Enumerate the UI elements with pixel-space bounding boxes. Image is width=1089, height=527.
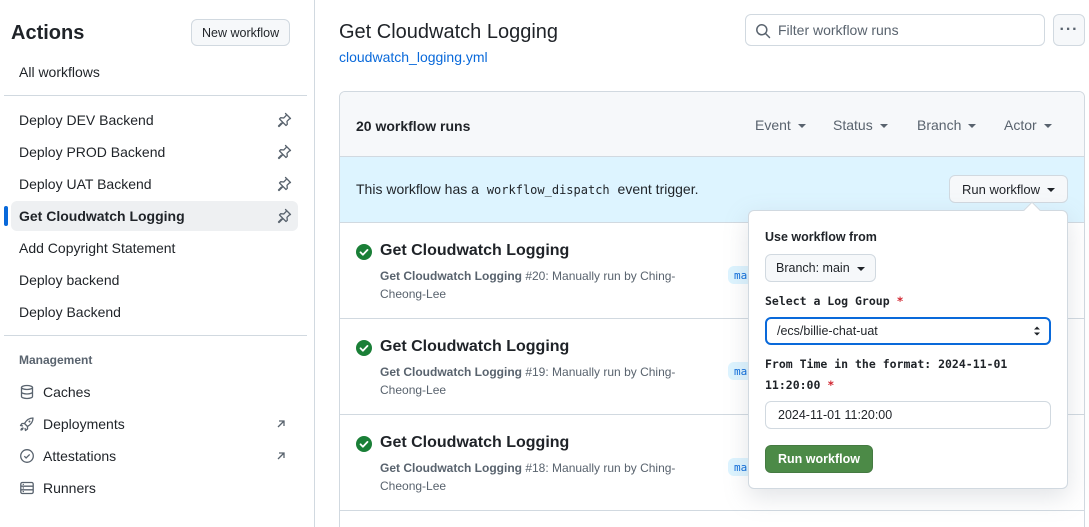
- log-group-value: /ecs/billie-chat-uat: [777, 324, 878, 338]
- dispatch-text-after: event trigger.: [617, 181, 699, 197]
- check-circle-icon: [356, 436, 372, 452]
- pin-icon[interactable]: [276, 208, 292, 224]
- sidebar-item-label: Deploy UAT Backend: [19, 176, 152, 192]
- branch-select-button[interactable]: Branch: main: [765, 254, 876, 282]
- sidebar-item-workflow-active[interactable]: Get Cloudwatch Logging: [4, 201, 298, 231]
- pin-icon[interactable]: [276, 112, 292, 128]
- caret-down-icon: [1047, 188, 1056, 192]
- branch-filter-label: Branch: [917, 117, 962, 133]
- rocket-icon: [19, 417, 34, 432]
- log-group-select[interactable]: /ecs/billie-chat-uat: [765, 317, 1051, 345]
- branch-select-label: Branch: main: [776, 261, 850, 275]
- sidebar-item-workflow[interactable]: Deploy Backend: [11, 297, 298, 327]
- sidebar-title: Actions: [11, 22, 85, 44]
- run-workflow-name: Get Cloudwatch Logging: [380, 365, 522, 379]
- sidebar-item-label: Deploy PROD Backend: [19, 144, 166, 160]
- sidebar-item-label: All workflows: [19, 64, 100, 80]
- status-filter-label: Status: [833, 117, 873, 133]
- active-indicator: [4, 206, 8, 226]
- run-title[interactable]: Get Cloudwatch Logging: [380, 242, 569, 260]
- sidebar-item-workflow[interactable]: Deploy UAT Backend: [11, 169, 298, 199]
- sidebar-item-workflow[interactable]: Deploy PROD Backend: [11, 137, 298, 167]
- filter-runs-input[interactable]: [778, 22, 1028, 38]
- log-group-label: Select a Log Group *: [765, 291, 1055, 312]
- required-mark: *: [896, 294, 904, 308]
- sidebar-item-label: Deploy backend: [19, 272, 120, 288]
- run-title[interactable]: Get Cloudwatch Logging: [380, 338, 569, 356]
- arrow-up-right-icon: [277, 452, 285, 460]
- actor-filter-label: Actor: [1004, 117, 1037, 133]
- from-time-input[interactable]: 2024-11-01 11:20:00: [765, 401, 1051, 429]
- sidebar-divider: [4, 95, 307, 96]
- database-icon: [20, 384, 34, 400]
- sidebar-item-workflow[interactable]: Deploy backend: [11, 265, 298, 295]
- branch-filter[interactable]: Branch: [917, 117, 977, 133]
- sidebar-item-all-workflows[interactable]: All workflows: [11, 57, 298, 87]
- verified-icon: [20, 449, 34, 463]
- caret-down-icon: [797, 124, 806, 128]
- sidebar-item-label: Caches: [43, 384, 91, 400]
- run-number: #20: [525, 269, 546, 283]
- search-icon: [756, 24, 771, 39]
- run-workflow-label: Run workflow: [962, 181, 1041, 197]
- log-group-label-text: Select a Log Group: [765, 294, 890, 308]
- caret-down-icon: [856, 267, 865, 271]
- sidebar-item-label: Attestations: [43, 448, 117, 464]
- page-title: Get Cloudwatch Logging: [339, 21, 559, 43]
- run-workflow-name: Get Cloudwatch Logging: [380, 461, 522, 475]
- new-workflow-button[interactable]: New workflow: [191, 19, 291, 46]
- dispatch-text: This workflow has a workflow_dispatch ev…: [356, 181, 698, 197]
- dispatch-code: workflow_dispatch: [486, 183, 610, 197]
- run-workflow-submit-button[interactable]: Run workflow: [765, 445, 873, 473]
- run-workflow-name: Get Cloudwatch Logging: [380, 269, 522, 283]
- run-meta: Get Cloudwatch Logging #20: Manually run…: [380, 267, 700, 303]
- use-workflow-from-label: Use workflow from: [765, 230, 877, 244]
- sidebar-item-caches[interactable]: Caches: [11, 377, 298, 407]
- event-filter-label: Event: [755, 117, 791, 133]
- sidebar-item-label: Deploy DEV Backend: [19, 112, 154, 128]
- workflow-file-link[interactable]: cloudwatch_logging.yml: [339, 49, 488, 65]
- pin-icon[interactable]: [276, 176, 292, 192]
- run-workflow-popover: Use workflow from Branch: main Select a …: [748, 201, 1068, 489]
- sidebar-item-label: Deploy Backend: [19, 304, 121, 320]
- caret-down-icon: [968, 124, 977, 128]
- actor-filter[interactable]: Actor: [1004, 117, 1052, 133]
- caret-down-icon: [1043, 124, 1052, 128]
- sidebar-item-deployments[interactable]: Deployments: [11, 409, 298, 439]
- run-meta: Get Cloudwatch Logging #18: Manually run…: [380, 459, 700, 495]
- more-options-button[interactable]: ···: [1053, 14, 1085, 46]
- sidebar-item-attestations[interactable]: Attestations: [11, 441, 298, 471]
- dispatch-text-before: This workflow has a: [356, 181, 479, 197]
- from-time-label: From Time in the format: 2024-11-01 11:2…: [765, 354, 1055, 396]
- sidebar-item-label: Add Copyright Statement: [19, 240, 176, 256]
- run-title[interactable]: Get Cloudwatch Logging: [380, 434, 569, 452]
- required-mark: *: [827, 378, 835, 392]
- server-icon: [20, 481, 34, 495]
- runs-header: 20 workflow runs Event Status Branch Act…: [340, 92, 1084, 157]
- sidebar: Actions New workflow All workflows Deplo…: [0, 0, 315, 527]
- runs-count: 20 workflow runs: [356, 118, 471, 134]
- run-number: #18: [525, 461, 546, 475]
- check-circle-icon: [356, 340, 372, 356]
- filter-box: [745, 14, 1045, 46]
- sidebar-divider: [4, 335, 307, 336]
- sidebar-item-label: Get Cloudwatch Logging: [19, 208, 185, 224]
- event-filter[interactable]: Event: [755, 117, 806, 133]
- run-meta: Get Cloudwatch Logging #19: Manually run…: [380, 363, 700, 399]
- sidebar-item-label: Deployments: [43, 416, 125, 432]
- sidebar-item-runners[interactable]: Runners: [11, 473, 298, 503]
- run-number: #19: [525, 365, 546, 379]
- pin-icon[interactable]: [276, 144, 292, 160]
- status-filter[interactable]: Status: [833, 117, 888, 133]
- arrow-up-right-icon: [277, 420, 285, 428]
- sidebar-item-label: Runners: [43, 480, 96, 496]
- select-arrows-icon: [1034, 326, 1040, 336]
- caret-down-icon: [879, 124, 888, 128]
- run-workflow-dropdown-button[interactable]: Run workflow: [949, 175, 1069, 203]
- check-circle-icon: [356, 244, 372, 260]
- sidebar-item-workflow[interactable]: Add Copyright Statement: [11, 233, 298, 263]
- management-heading: Management: [19, 353, 93, 367]
- from-time-label-text: From Time in the format: 2024-11-01 11:2…: [765, 357, 1008, 392]
- sidebar-item-workflow[interactable]: Deploy DEV Backend: [11, 105, 298, 135]
